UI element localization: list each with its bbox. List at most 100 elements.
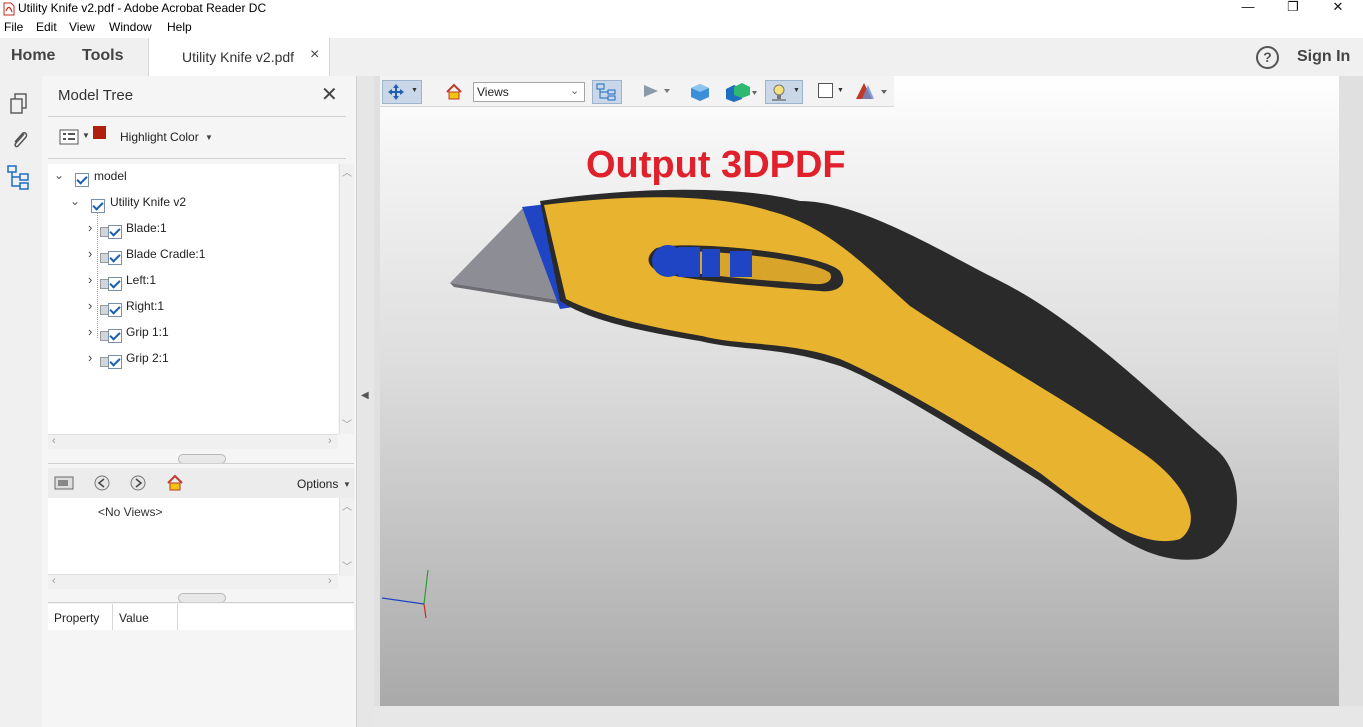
property-column-header[interactable]: Property	[54, 611, 99, 625]
tree-node-utility-knife[interactable]: ⌄ Utility Knife v2	[48, 190, 338, 216]
node-visibility-checkbox[interactable]	[108, 303, 122, 317]
model-tree-icon[interactable]	[6, 164, 32, 190]
create-view-icon[interactable]	[54, 474, 76, 492]
home-view-icon[interactable]	[445, 83, 463, 100]
menu-view[interactable]: View	[69, 20, 95, 34]
cross-section-icon[interactable]	[854, 81, 890, 101]
play-animation-icon[interactable]	[642, 83, 672, 99]
tree-options-icon[interactable]	[59, 128, 81, 146]
tree-node-grip-2[interactable]: › Grip 2:1	[48, 346, 338, 372]
model-tree-toggle-button[interactable]	[592, 80, 622, 104]
attachment-icon[interactable]	[9, 128, 31, 152]
chevron-down-icon: ⌄	[570, 85, 580, 97]
minimize-button[interactable]: —	[1225, 0, 1271, 18]
maximize-button[interactable]: ❐	[1270, 0, 1316, 18]
scroll-up-icon[interactable]: ︿	[342, 498, 352, 513]
views-vertical-scrollbar[interactable]: ︿ ﹀	[339, 498, 354, 576]
views-horizontal-scrollbar[interactable]: ‹ ›	[48, 574, 338, 589]
previous-view-icon[interactable]	[94, 475, 110, 491]
chevron-right-icon[interactable]: ›	[88, 324, 92, 339]
axis-triad	[381, 569, 429, 619]
tree-node-left[interactable]: › Left:1	[48, 268, 338, 294]
tree-node-grip-1[interactable]: › Grip 1:1	[48, 320, 338, 346]
views-list: <No Views> ︿ ﹀	[48, 498, 354, 576]
node-visibility-checkbox[interactable]	[108, 251, 122, 265]
horizontal-scrollbar[interactable]	[374, 706, 1363, 727]
views-dropdown[interactable]: Views ⌄	[473, 82, 585, 102]
tab-tools[interactable]: Tools	[82, 47, 123, 65]
lighting-button[interactable]: ▼	[765, 80, 803, 104]
tree-options-dropdown-icon[interactable]: ▼	[82, 131, 90, 140]
3d-canvas[interactable]: Output 3DPDF	[380, 76, 1339, 707]
highlight-color-label[interactable]: Highlight Color	[120, 130, 199, 144]
node-visibility-checkbox[interactable]	[75, 173, 89, 187]
views-toolbar: Options ▼	[48, 468, 354, 498]
next-view-icon[interactable]	[130, 475, 146, 491]
tab-home[interactable]: Home	[11, 47, 55, 65]
chevron-right-icon[interactable]: ›	[88, 272, 92, 287]
scroll-down-icon[interactable]: ﹀	[342, 416, 352, 431]
chevron-down-icon[interactable]: ▼	[837, 87, 844, 94]
options-dropdown-icon[interactable]: ▼	[343, 480, 351, 489]
tree-node-right[interactable]: › Right:1	[48, 294, 338, 320]
panel-collapse-bar[interactable]: ◀	[356, 76, 375, 727]
background-color-button[interactable]	[818, 83, 833, 98]
utility-knife-3d-model[interactable]	[440, 181, 1240, 571]
tree-node-label: Blade Cradle:1	[126, 247, 206, 261]
slider-segment	[702, 249, 720, 277]
tree-horizontal-scrollbar[interactable]: ‹ ›	[48, 434, 338, 449]
menu-edit[interactable]: Edit	[36, 20, 57, 34]
window-title: Utility Knife v2.pdf - Adobe Acrobat Rea…	[18, 1, 267, 15]
home-view-icon[interactable]	[166, 474, 184, 492]
scroll-up-icon[interactable]: ︿	[342, 164, 352, 179]
tree-vertical-scrollbar[interactable]: ︿ ﹀	[339, 164, 354, 434]
sign-in-button[interactable]: Sign In	[1297, 48, 1350, 66]
chevron-right-icon[interactable]: ›	[88, 220, 92, 235]
render-mode-icon[interactable]	[722, 81, 758, 103]
node-visibility-checkbox[interactable]	[108, 355, 122, 369]
3d-toolbar: ▼ Views ⌄ ▼ ▼	[380, 76, 894, 107]
acrobat-pdf-icon	[3, 2, 15, 16]
close-window-button[interactable]: ✕	[1315, 0, 1361, 18]
chevron-down-icon[interactable]: ⌄	[70, 194, 80, 208]
rotate-tool-button[interactable]: ▼	[382, 80, 422, 104]
help-icon[interactable]: ?	[1256, 46, 1279, 69]
divider	[48, 463, 354, 464]
scroll-left-icon[interactable]: ‹	[52, 435, 56, 447]
node-visibility-checkbox[interactable]	[91, 199, 105, 213]
collapse-left-icon[interactable]: ◀	[361, 390, 369, 401]
scroll-down-icon[interactable]: ﹀	[342, 558, 352, 573]
projection-cube-icon[interactable]	[689, 82, 711, 102]
value-column-header[interactable]: Value	[119, 611, 149, 625]
scroll-right-icon[interactable]: ›	[328, 435, 332, 447]
tree-node-label: Blade:1	[126, 221, 167, 235]
scroll-right-icon[interactable]: ›	[328, 575, 332, 587]
scroll-left-icon[interactable]: ‹	[52, 575, 56, 587]
chevron-right-icon[interactable]: ›	[88, 350, 92, 365]
tab-document[interactable]: Utility Knife v2.pdf ×	[148, 38, 330, 76]
tree-node-blade[interactable]: › Blade:1	[48, 216, 338, 242]
node-visibility-checkbox[interactable]	[108, 277, 122, 291]
document-tab-label: Utility Knife v2.pdf	[182, 49, 295, 65]
divider	[48, 602, 354, 603]
tree-node-model[interactable]: ⌄ model	[48, 164, 338, 190]
views-options-menu[interactable]: Options	[297, 477, 338, 491]
chevron-right-icon[interactable]: ›	[88, 246, 92, 261]
chevron-down-icon[interactable]: ⌄	[54, 168, 64, 182]
menu-help[interactable]: Help	[167, 20, 192, 34]
menu-file[interactable]: File	[4, 20, 23, 34]
tree-node-label: model	[94, 169, 127, 183]
node-visibility-checkbox[interactable]	[108, 329, 122, 343]
tree-node-label: Utility Knife v2	[110, 195, 187, 209]
highlight-color-dropdown-icon[interactable]: ▼	[205, 133, 213, 142]
move-tool-icon	[388, 84, 404, 100]
highlight-color-swatch[interactable]	[93, 126, 106, 139]
chevron-right-icon[interactable]: ›	[88, 298, 92, 313]
tree-node-blade-cradle[interactable]: › Blade Cradle:1	[48, 242, 338, 268]
page-thumbnails-icon[interactable]	[9, 92, 31, 116]
close-panel-button[interactable]: ✕	[321, 82, 338, 107]
chevron-down-icon: ▼	[793, 87, 800, 94]
node-visibility-checkbox[interactable]	[108, 225, 122, 239]
close-tab-button[interactable]: ×	[310, 46, 319, 64]
menu-window[interactable]: Window	[109, 20, 152, 34]
